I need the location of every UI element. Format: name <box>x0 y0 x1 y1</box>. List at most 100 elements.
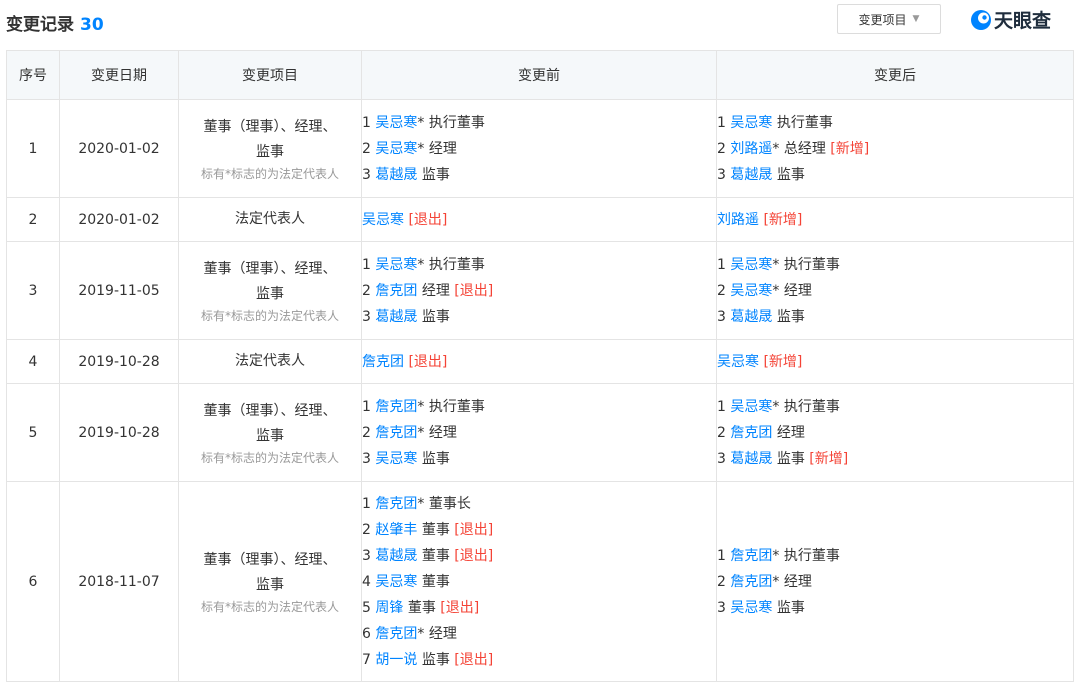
person-number: 1 <box>717 398 726 415</box>
person-number: 2 <box>717 282 726 299</box>
person-line: 2 赵肇丰 董事 [退出] <box>362 517 716 543</box>
person-name-link[interactable]: 詹克团 <box>362 354 404 370</box>
legal-rep-mark: * <box>772 256 780 273</box>
person-name-link[interactable]: 周锋 <box>375 600 403 616</box>
legal-rep-mark: * <box>417 495 425 512</box>
person-line: 3 吴忌寒 监事 <box>362 446 716 472</box>
person-line: 2 詹克团* 经理 <box>362 420 716 446</box>
person-name-link[interactable]: 詹克团 <box>375 425 417 441</box>
legal-rep-mark: * <box>417 625 425 642</box>
change-date: 2020-01-02 <box>59 99 179 198</box>
legal-rep-mark: * <box>772 140 780 157</box>
person-role: 董事 <box>421 547 450 564</box>
person-name-link[interactable]: 吴忌寒 <box>730 600 772 616</box>
change-item: 董事（理事）、经理、监事 <box>203 402 337 444</box>
legal-rep-note: 标有*标志的为法定代表人 <box>200 308 339 323</box>
person-name-link[interactable]: 葛越晟 <box>730 309 772 325</box>
person-name-link[interactable]: 吴忌寒 <box>730 283 772 299</box>
person-role: 执行董事 <box>428 256 485 273</box>
after-change-cell: 1 吴忌寒* 执行董事 2 詹克团 经理 3 葛越晟 监事 [新增] <box>716 383 1074 482</box>
column-header-index: 序号 <box>6 50 60 100</box>
legal-rep-note: 标有*标志的为法定代表人 <box>200 166 339 181</box>
person-name-link[interactable]: 吴忌寒 <box>717 354 759 370</box>
person-name-link[interactable]: 葛越晟 <box>375 167 417 183</box>
change-tag: [新增] <box>763 353 803 370</box>
person-name-link[interactable]: 詹克团 <box>730 425 772 441</box>
change-records-table: 序号 变更日期 变更项目 变更前 变更后 1 2020-01-02 董事（理事）、经… <box>6 50 1074 682</box>
legal-rep-mark: * <box>417 140 425 157</box>
person-name-link[interactable]: 赵肇丰 <box>375 522 417 538</box>
person-role: 执行董事 <box>783 256 840 273</box>
after-change-cell: 1 吴忌寒 执行董事 2 刘路遥* 总经理 [新增] 3 葛越晟 监事 <box>716 99 1074 198</box>
person-line: 2 詹克团 经理 <box>717 420 1073 446</box>
after-change-cell: 刘路遥 [新增] <box>716 197 1074 242</box>
change-item-filter-dropdown[interactable]: 变更项目 ▼ <box>837 4 941 34</box>
person-name-link[interactable]: 吴忌寒 <box>375 115 417 131</box>
top-bar: 变更记录 30 变更项目 ▼ 天眼查 <box>0 0 1080 44</box>
row-index: 5 <box>6 383 60 482</box>
person-name-link[interactable]: 胡一说 <box>375 652 417 668</box>
person-name-link[interactable]: 詹克团 <box>730 548 772 564</box>
person-role: 董事 <box>421 521 450 538</box>
person-role: 监事 <box>421 308 450 325</box>
person-role: 董事 <box>407 599 436 616</box>
person-name-link[interactable]: 刘路遥 <box>730 141 772 157</box>
change-item: 董事（理事）、经理、监事 <box>203 551 337 593</box>
person-role: 监事 <box>776 308 805 325</box>
person-name-link[interactable]: 吴忌寒 <box>375 257 417 273</box>
person-name-link[interactable]: 葛越晟 <box>730 167 772 183</box>
change-item-cell: 法定代表人 <box>178 197 362 242</box>
person-line: 2 詹克团 经理 [退出] <box>362 278 716 304</box>
change-item: 法定代表人 <box>235 353 305 369</box>
before-change-cell: 1 吴忌寒* 执行董事 2 詹克团 经理 [退出] 3 葛越晟 监事 <box>361 241 717 340</box>
tianyancha-logo-icon <box>971 9 991 30</box>
change-tag: [新增] <box>830 140 870 157</box>
record-count: 30 <box>80 15 104 35</box>
person-name-link[interactable]: 吴忌寒 <box>730 257 772 273</box>
person-name-link[interactable]: 葛越晟 <box>375 548 417 564</box>
table-row: 5 2019-10-28 董事（理事）、经理、监事 标有*标志的为法定代表人 1 詹克团… <box>6 383 1074 482</box>
person-number: 3 <box>362 308 371 325</box>
person-number: 2 <box>362 521 371 538</box>
person-line: 3 葛越晟 监事 <box>362 304 716 330</box>
column-header-before: 变更前 <box>361 50 717 100</box>
person-line: 1 吴忌寒* 执行董事 <box>362 252 716 278</box>
person-line: 2 吴忌寒* 经理 <box>717 278 1073 304</box>
person-number: 2 <box>362 140 371 157</box>
table-body: 1 2020-01-02 董事（理事）、经理、监事 标有*标志的为法定代表人 1 吴忌寒… <box>6 99 1074 682</box>
person-number: 3 <box>717 166 726 183</box>
person-name-link[interactable]: 詹克团 <box>375 399 417 415</box>
person-name-link[interactable]: 詹克团 <box>730 574 772 590</box>
change-tag: [退出] <box>440 599 480 616</box>
table-row: 3 2019-11-05 董事（理事）、经理、监事 标有*标志的为法定代表人 1 吴忌寒… <box>6 241 1074 340</box>
person-name-link[interactable]: 吴忌寒 <box>730 115 772 131</box>
person-number: 1 <box>362 256 371 273</box>
person-number: 3 <box>717 308 726 325</box>
person-role: 董事 <box>421 573 450 590</box>
person-number: 1 <box>717 547 726 564</box>
person-name-link[interactable]: 葛越晟 <box>730 451 772 467</box>
person-name-link[interactable]: 吴忌寒 <box>362 212 404 228</box>
person-number: 4 <box>362 573 371 590</box>
person-name-link[interactable]: 詹克团 <box>375 626 417 642</box>
legal-rep-note: 标有*标志的为法定代表人 <box>200 599 339 614</box>
person-number: 3 <box>717 599 726 616</box>
legal-rep-mark: * <box>417 398 425 415</box>
person-line: 2 詹克团* 经理 <box>717 569 1073 595</box>
before-change-cell: 1 詹克团* 执行董事 2 詹克团* 经理 3 吴忌寒 监事 <box>361 383 717 482</box>
person-role: 执行董事 <box>428 114 485 131</box>
person-name-link[interactable]: 詹克团 <box>375 496 417 512</box>
change-item-cell: 董事（理事）、经理、监事 标有*标志的为法定代表人 <box>178 99 362 198</box>
person-name-link[interactable]: 吴忌寒 <box>730 399 772 415</box>
person-line: 1 吴忌寒* 执行董事 <box>362 110 716 136</box>
person-name-link[interactable]: 刘路遥 <box>717 212 759 228</box>
person-name-link[interactable]: 葛越晟 <box>375 309 417 325</box>
person-line: 1 詹克团* 执行董事 <box>717 543 1073 569</box>
person-name-link[interactable]: 詹克团 <box>375 283 417 299</box>
person-number: 7 <box>362 651 371 668</box>
person-name-link[interactable]: 吴忌寒 <box>375 141 417 157</box>
person-name-link[interactable]: 吴忌寒 <box>375 451 417 467</box>
legal-rep-mark: * <box>417 114 425 131</box>
person-role: 经理 <box>428 625 457 642</box>
person-name-link[interactable]: 吴忌寒 <box>375 574 417 590</box>
